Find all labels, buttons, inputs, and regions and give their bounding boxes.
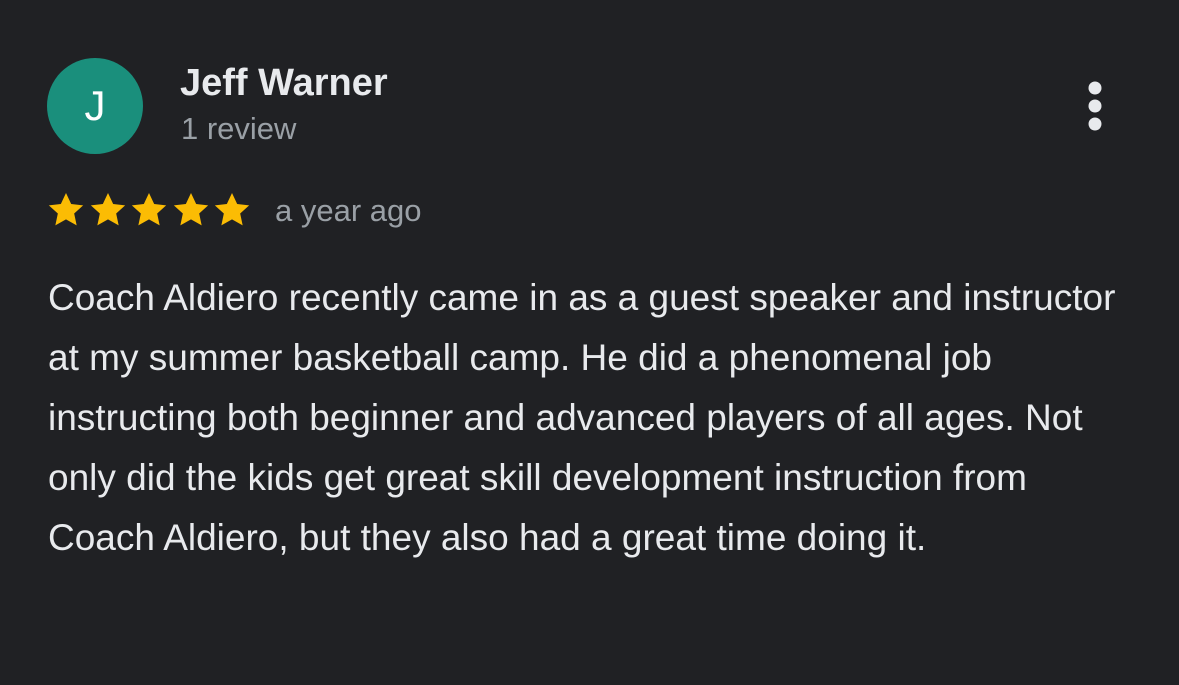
star-icon [90, 193, 125, 226]
review-card: J Jeff Warner 1 review a year ago Coach … [0, 0, 1179, 685]
avatar-initial: J [84, 82, 106, 129]
more-vert-icon [1088, 81, 1102, 131]
star-icon [131, 193, 167, 226]
more-options-button[interactable] [1075, 78, 1115, 134]
review-text: Coach Aldiero recently came in as a gues… [48, 277, 1116, 558]
review-count: 1 review [181, 111, 297, 146]
review-date: a year ago [275, 193, 422, 228]
star-icon [48, 193, 84, 226]
star-icon [173, 193, 208, 226]
star-rating [46, 190, 254, 230]
reviewer-name[interactable]: Jeff Warner [180, 60, 388, 106]
star-icon [214, 193, 250, 226]
avatar[interactable]: J [47, 58, 143, 154]
